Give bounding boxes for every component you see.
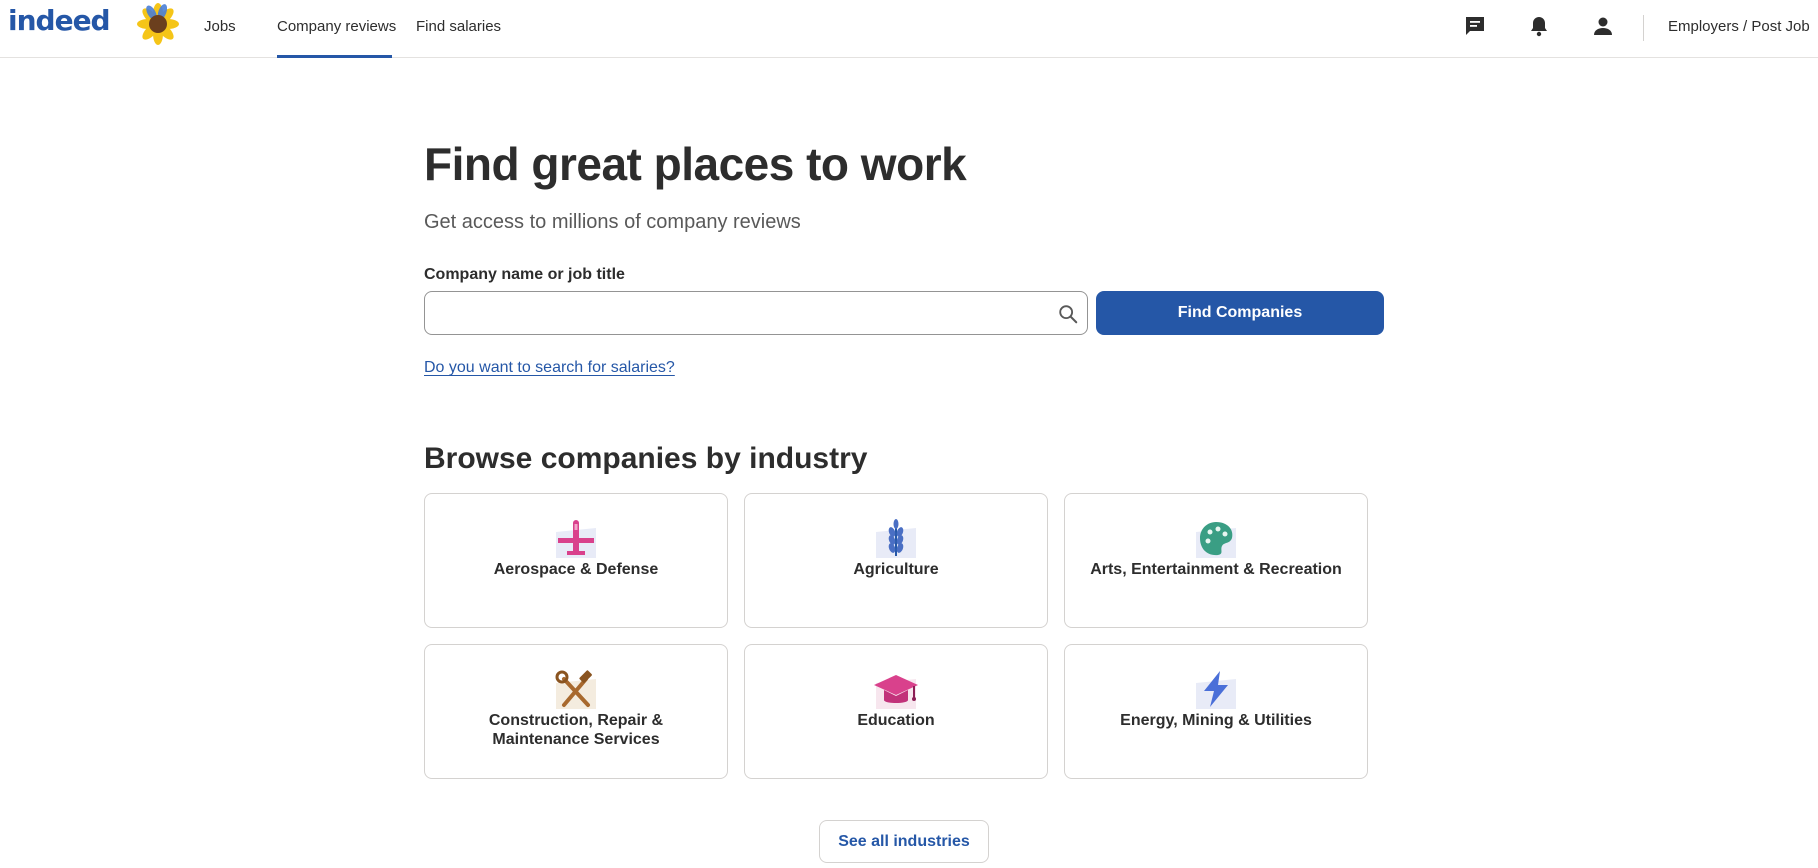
nav-jobs[interactable]: Jobs (204, 18, 236, 35)
industry-card-agriculture[interactable]: Agriculture (744, 493, 1048, 628)
see-all-industries-button[interactable]: See all industries (819, 820, 989, 863)
employers-post-job-link[interactable]: Employers / Post Job (1668, 18, 1810, 35)
industry-card-label: Energy, Mining & Utilities (1120, 712, 1312, 729)
industry-card-arts[interactable]: Arts, Entertainment & Recreation (1064, 493, 1368, 628)
search-field-label: Company name or job title (424, 266, 625, 283)
airplane-icon (556, 520, 596, 558)
active-tab-indicator (277, 55, 392, 58)
search-icon[interactable] (1057, 303, 1079, 325)
industry-card-education[interactable]: Education (744, 644, 1048, 779)
graduation-cap-icon (874, 675, 918, 709)
company-search-field[interactable] (424, 291, 1088, 335)
messages-icon[interactable] (1463, 14, 1487, 38)
page-title: Find great places to work (424, 138, 967, 190)
industry-card-energy[interactable]: Energy, Mining & Utilities (1064, 644, 1368, 779)
notifications-icon[interactable] (1527, 14, 1551, 38)
account-icon[interactable] (1591, 14, 1615, 38)
top-navigation-bar: indeed Jobs Company reviews Find salarie… (0, 0, 1818, 58)
wheat-icon (876, 519, 916, 558)
industry-card-construction[interactable]: Construction, Repair & Maintenance Servi… (424, 644, 728, 779)
nav-company-reviews[interactable]: Company reviews (277, 18, 396, 35)
industry-card-label: Arts, Entertainment & Recreation (1090, 561, 1342, 578)
tools-icon (555, 670, 596, 709)
nav-find-salaries[interactable]: Find salaries (416, 18, 501, 35)
palette-icon (1196, 522, 1236, 558)
browse-industry-heading: Browse companies by industry (424, 442, 868, 475)
page-subtitle: Get access to millions of company review… (424, 211, 801, 233)
company-search-input[interactable] (437, 300, 1037, 328)
indeed-logo[interactable]: indeed (8, 4, 111, 37)
find-companies-button[interactable]: Find Companies (1096, 291, 1384, 335)
industry-card-label: Construction, Repair & Maintenance Servi… (488, 712, 664, 748)
search-salaries-link[interactable]: Do you want to search for salaries? (424, 359, 675, 377)
industry-card-label: Aerospace & Defense (493, 561, 659, 578)
sunflower-icon (137, 3, 179, 45)
header-divider (1643, 15, 1644, 41)
industry-card-label: Agriculture (853, 561, 939, 578)
industry-card-label: Education (857, 712, 935, 729)
lightning-icon (1196, 671, 1236, 709)
industry-card-aerospace[interactable]: Aerospace & Defense (424, 493, 728, 628)
